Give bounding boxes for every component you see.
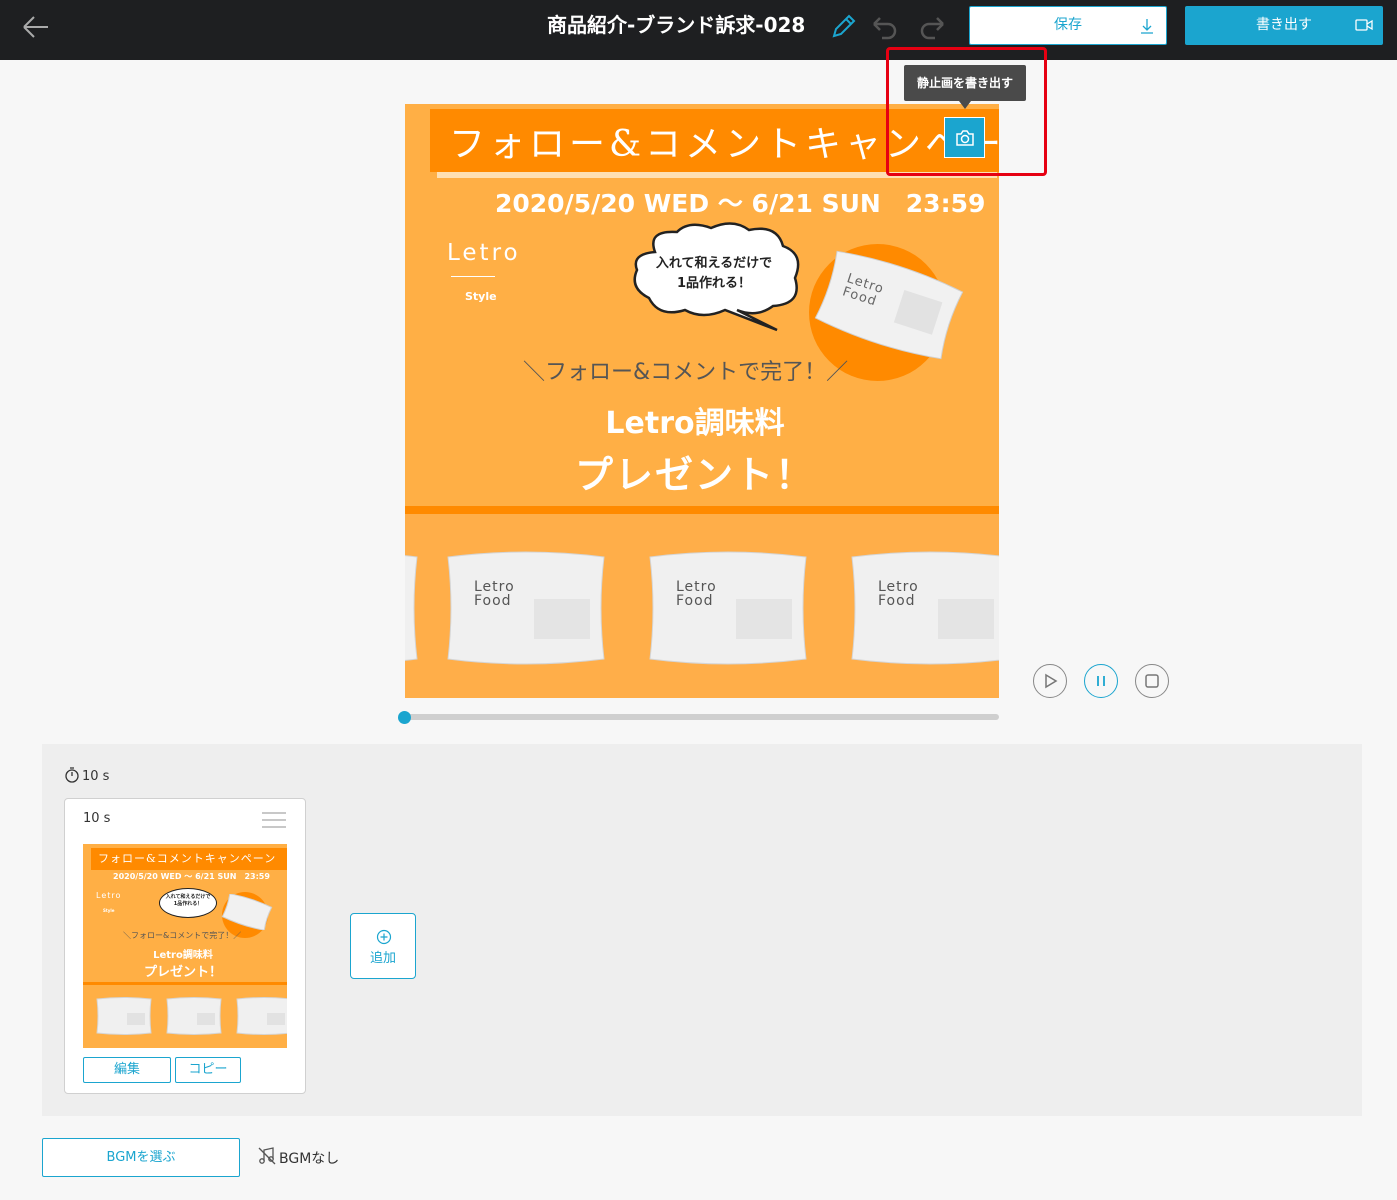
save-button[interactable]: 保存 bbox=[969, 6, 1167, 45]
camera-icon bbox=[956, 130, 974, 146]
thumb-bubble-line-2: 1品作れる！ bbox=[173, 901, 203, 907]
product-pack-image: Letro Food bbox=[851, 551, 999, 665]
play-button[interactable] bbox=[1033, 664, 1067, 698]
video-preview-canvas: フォロー&コメントキャンペーン 2020/5/20 WED 〜 6/21 SUN… bbox=[405, 104, 999, 698]
thumb-gift-present: プレゼント！ bbox=[143, 965, 222, 980]
speech-bubble-text: 入れて和えるだけで 1品作れる！ bbox=[638, 254, 790, 294]
add-scene-button[interactable]: 追加 bbox=[350, 913, 416, 979]
thumb-pack-image bbox=[221, 894, 273, 930]
pencil-icon[interactable] bbox=[829, 11, 859, 41]
svg-text:Food: Food bbox=[676, 593, 714, 609]
snapshot-button[interactable] bbox=[944, 117, 985, 158]
thumb-bubble-text: 入れて和えるだけで 1品作れる！ bbox=[163, 894, 213, 908]
thumb-pack-image bbox=[166, 997, 222, 1035]
seek-handle[interactable] bbox=[398, 711, 411, 724]
thumb-pack-image bbox=[236, 997, 287, 1035]
seek-bar[interactable] bbox=[405, 714, 999, 720]
export-label: 書き出す bbox=[1256, 17, 1312, 33]
bgm-status: BGMなし bbox=[258, 1147, 339, 1168]
gift-present: プレゼント！ bbox=[574, 453, 815, 497]
download-icon bbox=[1141, 19, 1153, 34]
svg-text:Food: Food bbox=[878, 593, 916, 609]
brand-logo: Letro bbox=[447, 240, 521, 266]
strip-divider bbox=[405, 506, 999, 514]
scene-duration: 10 s bbox=[83, 811, 111, 826]
bgm-status-text: BGMなし bbox=[279, 1151, 340, 1167]
total-duration: 10 s bbox=[64, 766, 109, 784]
redo-icon[interactable] bbox=[917, 12, 949, 40]
tooltip-arrow bbox=[959, 101, 971, 109]
save-label: 保存 bbox=[1054, 17, 1082, 33]
product-pack-image: Letro Food bbox=[649, 551, 807, 665]
edit-scene-button[interactable]: 編集 bbox=[83, 1057, 171, 1083]
stop-button[interactable] bbox=[1135, 664, 1169, 698]
thumb-strip bbox=[83, 982, 287, 985]
bubble-line-2: 1品作れる！ bbox=[676, 276, 752, 291]
undo-icon[interactable] bbox=[868, 12, 900, 40]
thumb-logo-sub: Style bbox=[103, 908, 115, 913]
thumb-follow: ＼フォロー&コメントで完了！／ bbox=[123, 931, 242, 940]
project-title: 商品紹介-ブランド訴求-028 bbox=[547, 13, 806, 37]
follow-instruction: ＼フォロー&コメントで完了！／ bbox=[523, 360, 849, 385]
play-icon bbox=[1045, 673, 1058, 689]
product-pack-image: Letro Food bbox=[814, 250, 964, 360]
choose-bgm-button[interactable]: BGMを選ぶ bbox=[42, 1138, 240, 1177]
thumb-logo: Letro bbox=[96, 891, 122, 900]
drag-handle-icon[interactable] bbox=[261, 810, 287, 830]
add-scene-label: 追加 bbox=[369, 951, 396, 966]
plus-circle-icon bbox=[376, 929, 392, 945]
thumb-date: 2020/5/20 WED 〜 6/21 SUN 23:59 bbox=[113, 872, 270, 881]
thumb-bubble-line-1: 入れて和えるだけで bbox=[165, 894, 211, 900]
top-bar: 商品紹介-ブランド訴求-028 保存 書き出す bbox=[0, 0, 1397, 60]
stopwatch-icon bbox=[65, 767, 79, 783]
thumb-pack-image bbox=[96, 997, 152, 1035]
bubble-line-1: 入れて和えるだけで bbox=[655, 256, 773, 271]
back-arrow-icon[interactable] bbox=[18, 10, 54, 46]
scene-thumbnail[interactable]: フォロー&コメントキャンペーン 2020/5/20 WED 〜 6/21 SUN… bbox=[83, 844, 287, 1048]
product-pack-image bbox=[405, 555, 418, 661]
logo-divider bbox=[451, 276, 495, 277]
thumb-campaign-title: フォロー&コメントキャンペーン bbox=[98, 852, 277, 865]
product-pack-image: Letro Food bbox=[447, 551, 605, 665]
pause-icon bbox=[1097, 676, 1105, 686]
copy-scene-button[interactable]: コピー bbox=[175, 1057, 241, 1083]
music-off-icon bbox=[258, 1147, 276, 1165]
stop-icon bbox=[1145, 674, 1159, 688]
total-duration-value: 10 s bbox=[82, 769, 110, 784]
export-button[interactable]: 書き出す bbox=[1185, 6, 1383, 45]
svg-text:Food: Food bbox=[474, 593, 512, 609]
brand-logo-sub: Style bbox=[465, 290, 497, 303]
tooltip: 静止画を書き出す bbox=[904, 65, 1026, 101]
campaign-date: 2020/5/20 WED 〜 6/21 SUN 23:59 bbox=[495, 189, 986, 218]
video-export-icon bbox=[1355, 19, 1373, 31]
pause-button[interactable] bbox=[1084, 664, 1118, 698]
gift-product: Letro調味料 bbox=[605, 406, 785, 441]
thumb-gift-product: Letro調味料 bbox=[153, 950, 213, 961]
